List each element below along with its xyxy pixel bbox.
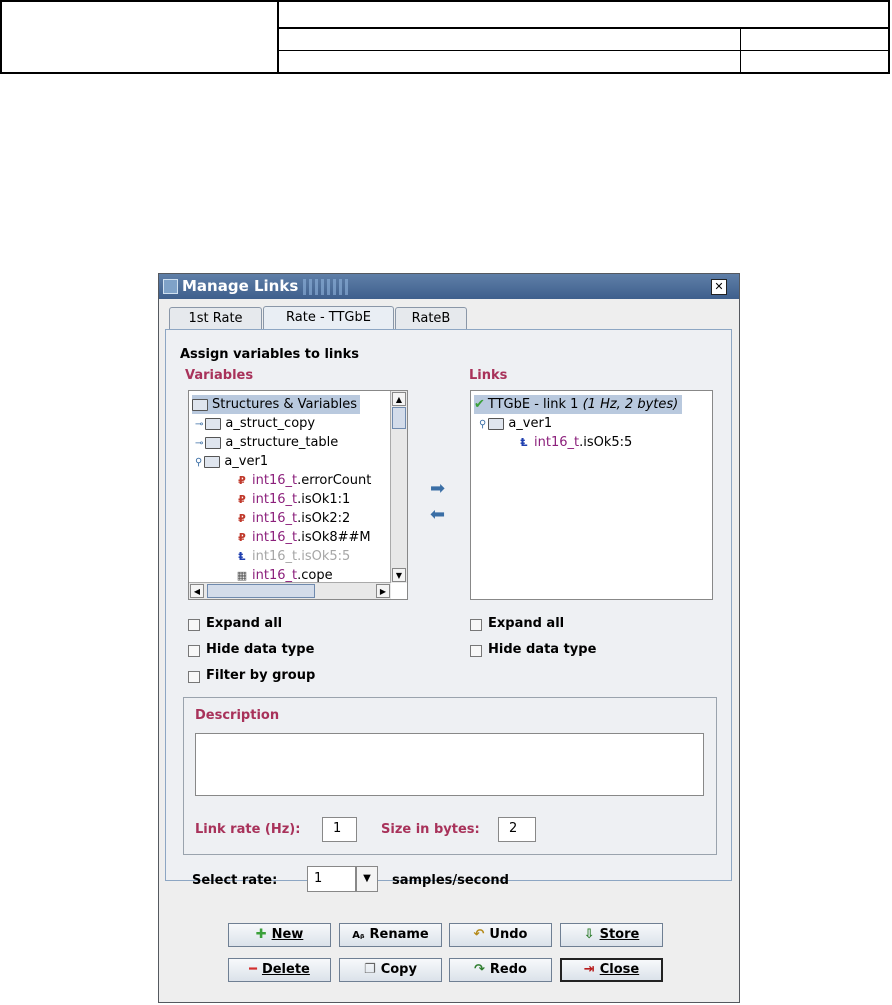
store-button[interactable]: ⇩ Store (560, 923, 663, 947)
size-in-bytes-input[interactable]: 2 (498, 817, 536, 842)
tab-rateb[interactable]: RateB (395, 307, 467, 329)
minus-icon: ━ (249, 962, 257, 977)
tree-item-variable[interactable]: ₽ int16_t.isOk8##M (235, 528, 370, 547)
dialog-title: Manage Links (182, 277, 299, 295)
tree-root[interactable]: Structures & Variables (192, 395, 361, 414)
expand-knob-icon[interactable]: ⊸ (195, 419, 203, 430)
variables-tree[interactable]: Structures & Variables ⊸ a_struct_copy ⊸ a… (188, 390, 408, 600)
variable-icon: ₽ (238, 530, 246, 544)
tree-item-variable[interactable]: Ⱡint16_t.isOk5:5 (517, 433, 632, 452)
select-rate-combo[interactable]: 1 (307, 866, 356, 892)
assign-heading: Assign variables to links (180, 347, 360, 362)
expand-all-label: Expand all (206, 616, 283, 631)
folder-icon (205, 417, 222, 430)
collapse-knob-icon[interactable]: ⚲ (195, 457, 202, 468)
undo-button[interactable]: ↶ Undo (449, 923, 552, 947)
links-hide-data-type-label: Hide data type (488, 642, 597, 657)
header-divider (277, 50, 888, 51)
filter-by-group-label: Filter by group (206, 668, 316, 683)
header-divider (277, 2, 279, 72)
window-icon (163, 279, 178, 294)
vertical-scrollbar[interactable]: ▲ ▼ (390, 391, 407, 583)
rename-button[interactable]: Aᵦ Rename (339, 923, 442, 947)
scroll-down-icon[interactable]: ▼ (392, 568, 406, 582)
document-header-table (0, 0, 890, 74)
linked-variable-icon: Ⱡ (520, 435, 528, 449)
tree-item-structure-table[interactable]: ⊸ a_structure_table (195, 433, 338, 452)
tab-1st-rate[interactable]: 1st Rate (169, 307, 262, 329)
scrollbar-thumb[interactable] (207, 584, 315, 598)
redo-icon: ↷ (474, 962, 485, 977)
chevron-down-icon[interactable]: ▼ (356, 866, 378, 892)
filter-by-group-checkbox[interactable] (188, 671, 200, 683)
delete-button[interactable]: ━ Delete (228, 958, 331, 982)
links-tree[interactable]: ✔ TTGbE - link 1 (1 Hz, 2 bytes) ⚲ a_ver1 … (470, 390, 713, 600)
move-right-arrow-icon[interactable]: ➡ (430, 478, 445, 499)
move-left-arrow-icon[interactable]: ⬅ (430, 504, 445, 525)
rename-icon: Aᵦ (352, 930, 365, 941)
manage-links-dialog: Manage Links ✕ 1st Rate Rate - TTGbE Rat… (158, 273, 740, 1003)
select-rate-label: Select rate: (192, 873, 278, 888)
scroll-right-icon[interactable]: ▶ (376, 584, 390, 598)
tree-item-variable-linked[interactable]: Ⱡint16_t.isOk5:5 (235, 547, 350, 566)
tab-rate-ttgbe[interactable]: Rate - TTGbE (263, 306, 394, 330)
links-expand-all-label: Expand all (488, 616, 565, 631)
expand-all-checkbox[interactable] (188, 619, 200, 631)
tab-panel: Assign variables to links Variables Link… (165, 329, 732, 892)
linked-variable-icon: Ⱡ (238, 549, 246, 563)
store-icon: ⇩ (583, 927, 595, 942)
copy-icon: ❐ (364, 962, 376, 977)
hide-data-type-label: Hide data type (206, 642, 315, 657)
tree-item-a-ver1[interactable]: ⚲ a_ver1 (195, 452, 268, 471)
expand-knob-icon[interactable]: ⊸ (195, 438, 203, 449)
variable-icon: ₽ (238, 511, 246, 525)
description-label: Description (195, 708, 280, 723)
new-button[interactable]: ✚ New (228, 923, 331, 947)
size-in-bytes-label: Size in bytes: (381, 822, 480, 837)
collapse-knob-icon[interactable]: ⚲ (479, 419, 486, 430)
header-divider (277, 27, 888, 29)
links-expand-all-checkbox[interactable] (470, 619, 482, 631)
plus-icon: ✚ (255, 927, 267, 942)
close-icon[interactable]: ✕ (711, 279, 727, 295)
scroll-up-icon[interactable]: ▲ (392, 392, 406, 406)
variable-icon: ₽ (238, 473, 246, 487)
link-rate-label: Link rate (Hz): (195, 822, 301, 837)
scroll-left-icon[interactable]: ◀ (190, 584, 204, 598)
link-rate-input[interactable]: 1 (322, 817, 357, 842)
header-divider (740, 27, 741, 72)
redo-button[interactable]: ↷ Redo (449, 958, 552, 982)
check-icon: ✔ (474, 397, 485, 412)
description-group: Description Link rate (Hz): 1 Size in by… (183, 697, 717, 855)
links-hide-data-type-checkbox[interactable] (470, 645, 482, 657)
scrollbar-thumb[interactable] (392, 407, 406, 429)
copy-button[interactable]: ❐ Copy (339, 958, 442, 982)
folder-icon (488, 417, 505, 430)
folder-icon (192, 398, 208, 411)
title-decoration (303, 279, 351, 295)
tree-item-struct-copy[interactable]: ⊸ a_struct_copy (195, 414, 315, 433)
title-bar[interactable]: Manage Links ✕ (159, 274, 739, 299)
tree-item-variable[interactable]: ₽ int16_t.errorCount (235, 471, 371, 490)
variable-icon: ₽ (238, 492, 246, 506)
link-item[interactable]: ✔ TTGbE - link 1 (1 Hz, 2 bytes) (474, 395, 683, 414)
hide-data-type-checkbox[interactable] (188, 645, 200, 657)
horizontal-scrollbar[interactable]: ◀ ▶ (189, 582, 391, 599)
tree-item-variable[interactable]: ₽ int16_t.isOk2:2 (235, 509, 350, 528)
description-textarea[interactable] (195, 733, 704, 796)
exit-icon: ⇥ (583, 962, 595, 977)
tree-item-variable[interactable]: ₽ int16_t.isOk1:1 (235, 490, 350, 509)
table-icon: ▦ (236, 568, 248, 582)
tree-item-a-ver1[interactable]: ⚲ a_ver1 (479, 414, 552, 433)
variables-label: Variables (185, 368, 254, 383)
rate-unit-label: samples/second (392, 873, 509, 888)
links-label: Links (469, 368, 508, 383)
folder-icon (205, 436, 222, 449)
undo-icon: ↶ (473, 927, 485, 942)
close-button[interactable]: ⇥ Close (560, 958, 663, 982)
folder-icon (204, 455, 221, 468)
